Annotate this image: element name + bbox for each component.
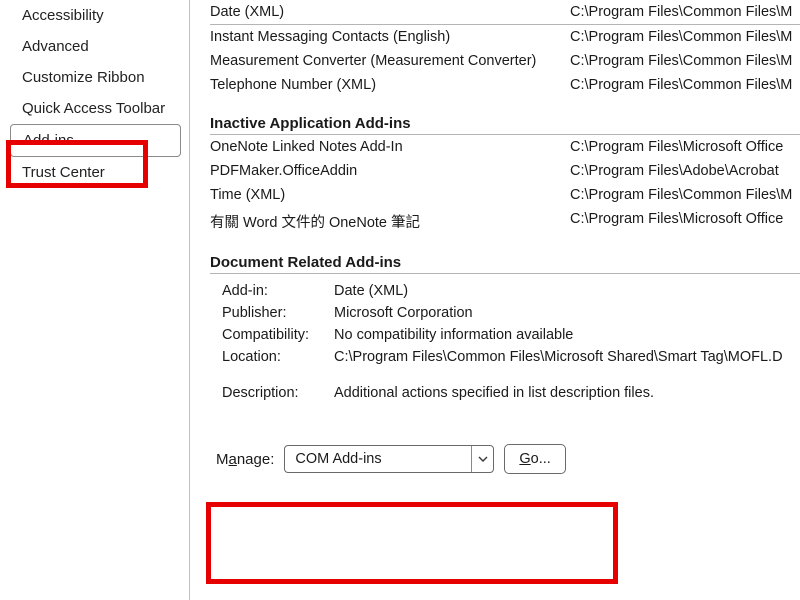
addin-name: OneNote Linked Notes Add-In xyxy=(210,139,570,155)
detail-label-publisher: Publisher: xyxy=(222,305,334,321)
sidebar-item-advanced[interactable]: Advanced xyxy=(10,31,181,62)
sidebar-item-label: Customize Ribbon xyxy=(22,69,145,86)
sidebar-item-label: Accessibility xyxy=(22,7,104,24)
table-row[interactable]: 有關 Word 文件的 OneNote 筆記 C:\Program Files\… xyxy=(210,207,800,236)
addin-name: Instant Messaging Contacts (English) xyxy=(210,29,570,45)
manage-row: Manage: COM Add-ins Go... xyxy=(216,444,800,474)
addin-name: Time (XML) xyxy=(210,187,570,203)
manage-label: Manage: xyxy=(216,451,274,468)
sidebar-item-trust-center[interactable]: Trust Center xyxy=(10,157,181,188)
detail-label-location: Location: xyxy=(222,349,334,365)
inactive-addins-table: OneNote Linked Notes Add-In C:\Program F… xyxy=(210,135,800,236)
addins-panel: Date (XML) C:\Program Files\Common Files… xyxy=(190,0,800,600)
detail-label-description: Description: xyxy=(222,385,334,401)
table-row[interactable]: OneNote Linked Notes Add-In C:\Program F… xyxy=(210,135,800,159)
detail-value-addin: Date (XML) xyxy=(334,283,800,299)
addin-details: Add-in: Date (XML) Publisher: Microsoft … xyxy=(210,280,800,404)
addin-location: C:\Program Files\Adobe\Acrobat xyxy=(570,163,800,179)
sidebar-item-label: Add-ins xyxy=(23,132,74,149)
addin-name: Measurement Converter (Measurement Conve… xyxy=(210,53,570,69)
addin-name: Date (XML) xyxy=(210,4,570,20)
detail-value-location: C:\Program Files\Common Files\Microsoft … xyxy=(334,349,800,365)
addin-location: C:\Program Files\Microsoft Office xyxy=(570,139,800,155)
detail-label-addin: Add-in: xyxy=(222,283,334,299)
detail-label-compatibility: Compatibility: xyxy=(222,327,334,343)
addin-name: 有關 Word 文件的 OneNote 筆記 xyxy=(210,211,570,232)
addin-name: PDFMaker.OfficeAddin xyxy=(210,163,570,179)
manage-combobox[interactable]: COM Add-ins xyxy=(284,445,494,473)
addin-name: Telephone Number (XML) xyxy=(210,77,570,93)
sidebar-item-accessibility[interactable]: Accessibility xyxy=(10,0,181,31)
manage-combobox-value: COM Add-ins xyxy=(285,451,471,467)
active-addins-table: Date (XML) C:\Program Files\Common Files… xyxy=(210,0,800,97)
sidebar-item-quick-access-toolbar[interactable]: Quick Access Toolbar xyxy=(10,93,181,124)
addin-location: C:\Program Files\Common Files\M xyxy=(570,77,800,93)
sidebar-item-label: Advanced xyxy=(22,38,89,55)
sidebar-item-add-ins[interactable]: Add-ins xyxy=(10,124,181,157)
document-related-addins-header: Document Related Add-ins xyxy=(210,236,800,273)
addin-location: C:\Program Files\Microsoft Office xyxy=(570,211,800,232)
options-sidebar: Accessibility Advanced Customize Ribbon … xyxy=(0,0,190,600)
sidebar-item-label: Quick Access Toolbar xyxy=(22,100,165,117)
table-row[interactable]: Measurement Converter (Measurement Conve… xyxy=(210,49,800,73)
inactive-addins-header: Inactive Application Add-ins xyxy=(210,97,800,134)
table-row[interactable]: Time (XML) C:\Program Files\Common Files… xyxy=(210,183,800,207)
addin-location: C:\Program Files\Common Files\M xyxy=(570,4,800,20)
detail-value-publisher: Microsoft Corporation xyxy=(334,305,800,321)
table-row[interactable]: Telephone Number (XML) C:\Program Files\… xyxy=(210,73,800,97)
sidebar-item-label: Trust Center xyxy=(22,164,105,181)
detail-value-description: Additional actions specified in list des… xyxy=(334,385,800,401)
table-row[interactable]: Date (XML) C:\Program Files\Common Files… xyxy=(210,0,800,24)
go-button[interactable]: Go... xyxy=(504,444,565,474)
addin-location: C:\Program Files\Common Files\M xyxy=(570,187,800,203)
detail-value-compatibility: No compatibility information available xyxy=(334,327,800,343)
sidebar-item-customize-ribbon[interactable]: Customize Ribbon xyxy=(10,62,181,93)
table-row[interactable]: Instant Messaging Contacts (English) C:\… xyxy=(210,25,800,49)
table-row[interactable]: PDFMaker.OfficeAddin C:\Program Files\Ad… xyxy=(210,159,800,183)
addin-location: C:\Program Files\Common Files\M xyxy=(570,53,800,69)
chevron-down-icon[interactable] xyxy=(471,446,493,472)
addin-location: C:\Program Files\Common Files\M xyxy=(570,29,800,45)
